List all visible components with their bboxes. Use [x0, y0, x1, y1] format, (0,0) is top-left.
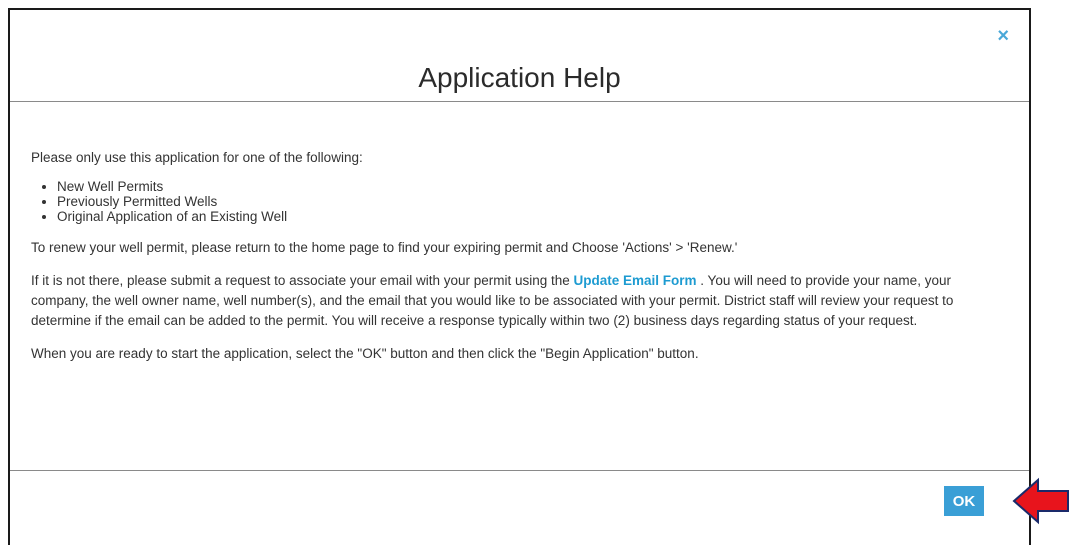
- renew-text: To renew your well permit, please return…: [31, 240, 738, 255]
- footer-divider: [10, 470, 1029, 471]
- list-item: Previously Permitted Wells: [57, 194, 1008, 209]
- application-help-dialog: × Application Help Please only use this …: [8, 8, 1031, 545]
- request-text: If it is not there, please submit a requ…: [31, 271, 1008, 331]
- intro-text: Please only use this application for one…: [31, 150, 363, 165]
- list-item: Original Application of an Existing Well: [57, 209, 1008, 224]
- dialog-body: Please only use this application for one…: [31, 148, 1008, 364]
- request-text-before: If it is not there, please submit a requ…: [31, 273, 574, 288]
- use-cases-list: New Well Permits Previously Permitted We…: [31, 179, 1008, 224]
- ready-text: When you are ready to start the applicat…: [31, 346, 699, 361]
- list-item: New Well Permits: [57, 179, 1008, 194]
- ok-button[interactable]: OK: [944, 486, 984, 516]
- red-arrow-pointer: [1012, 477, 1069, 525]
- header-divider: [10, 101, 1029, 102]
- update-email-form-link[interactable]: Update Email Form: [574, 273, 697, 288]
- close-icon[interactable]: ×: [997, 26, 1009, 46]
- dialog-title: Application Help: [418, 62, 621, 93]
